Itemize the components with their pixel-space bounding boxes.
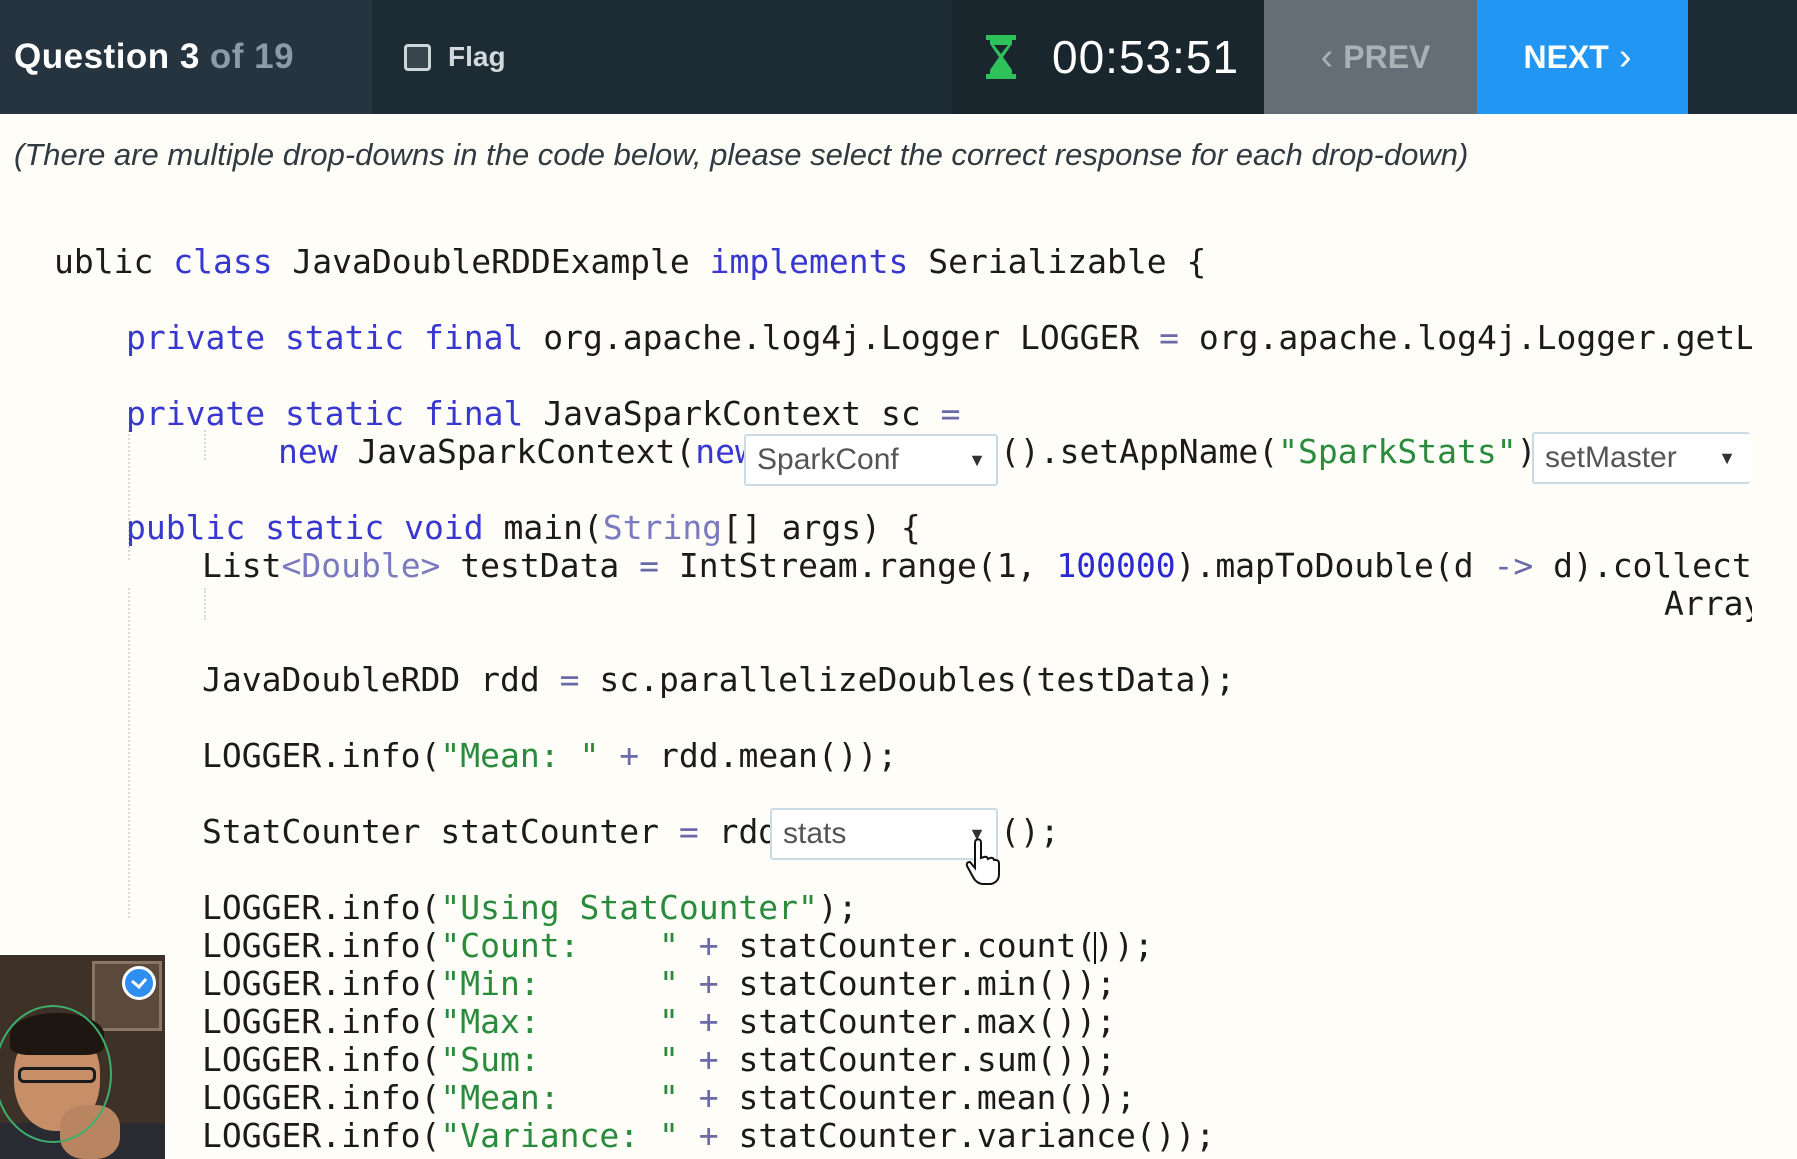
flag-area: Flag: [372, 0, 952, 114]
toolbar-filler: [1688, 0, 1797, 114]
spark-conf-dropdown[interactable]: SparkConf ▼: [744, 434, 998, 486]
question-total: of 19: [209, 37, 295, 76]
code-line: LOGGER.info("Variance: " + statCounter.v…: [202, 1116, 1216, 1155]
spark-conf-dropdown-value: SparkConf: [757, 443, 899, 476]
dropdown-arrow-icon: ▼: [1718, 448, 1736, 468]
flag-checkbox[interactable]: [404, 43, 431, 71]
prev-button[interactable]: ‹ PREV: [1264, 0, 1477, 114]
hand-pointer-icon: [965, 838, 1000, 885]
chevron-left-icon: ‹: [1320, 35, 1334, 78]
code-line: ublic class JavaDoubleRDDExample impleme…: [54, 242, 1207, 281]
stats-dropdown-value: stats: [783, 817, 847, 850]
code-line: ().setAppName("SparkStats").: [1000, 432, 1556, 471]
code-line: LOGGER.info("Sum: " + statCounter.sum())…: [202, 1040, 1116, 1079]
prev-label: PREV: [1343, 38, 1431, 75]
next-label: NEXT: [1523, 38, 1609, 75]
code-line: LOGGER.info("Mean: " + rdd.mean());: [202, 736, 898, 775]
code-line: LOGGER.info("Count: " + statCounter.coun…: [202, 926, 1154, 965]
timer-value: 00:53:51: [1052, 31, 1240, 83]
question-counter: Question 3 of 19: [0, 0, 372, 114]
indent-guide: [128, 588, 130, 918]
code-line: LOGGER.info("Mean: " + statCounter.mean(…: [202, 1078, 1136, 1117]
code-line: new JavaSparkContext(new: [278, 432, 755, 471]
code-line: LOGGER.info("Using StatCounter");: [202, 888, 858, 927]
chevron-right-icon: ›: [1618, 35, 1632, 78]
timer: 00:53:51: [952, 0, 1264, 114]
hourglass-icon: [986, 35, 1016, 79]
code-line: List<Double> testData = IntStream.range(…: [202, 546, 1752, 585]
next-button[interactable]: NEXT ›: [1477, 0, 1688, 114]
code-line: private static final org.apache.log4j.Lo…: [126, 318, 1752, 357]
indent-guide: [204, 588, 206, 620]
indent-guide: [204, 430, 206, 460]
code-line: LOGGER.info("Max: " + statCounter.max())…: [202, 1002, 1116, 1041]
code-line: public static void main(String[] args) {: [126, 508, 921, 547]
code-block: ublic class JavaDoubleRDDExample impleme…: [0, 190, 1752, 1159]
set-master-dropdown-value: setMaster: [1545, 441, 1677, 474]
code-line: JavaDoubleRDD rdd = sc.parallelizeDouble…: [202, 660, 1236, 699]
code-line: LOGGER.info("Min: " + statCounter.min())…: [202, 964, 1116, 1003]
code-line: Array: [1664, 584, 1752, 623]
verified-check-icon: [122, 966, 156, 1000]
code-line: ();: [1000, 812, 1060, 851]
set-master-dropdown[interactable]: setMaster ▼: [1532, 432, 1750, 484]
exam-toolbar: Question 3 of 19 Flag 00:53:51 ‹ PREV NEX…: [0, 0, 1797, 114]
code-line: StatCounter statCounter = rdd.: [202, 812, 799, 851]
question-instruction: (There are multiple drop-downs in the co…: [14, 137, 1469, 172]
code-line: private static final JavaSparkContext sc…: [126, 394, 961, 433]
dropdown-arrow-icon: ▼: [968, 450, 986, 470]
flag-label[interactable]: Flag: [448, 41, 506, 73]
question-number: Question 3: [14, 37, 200, 76]
